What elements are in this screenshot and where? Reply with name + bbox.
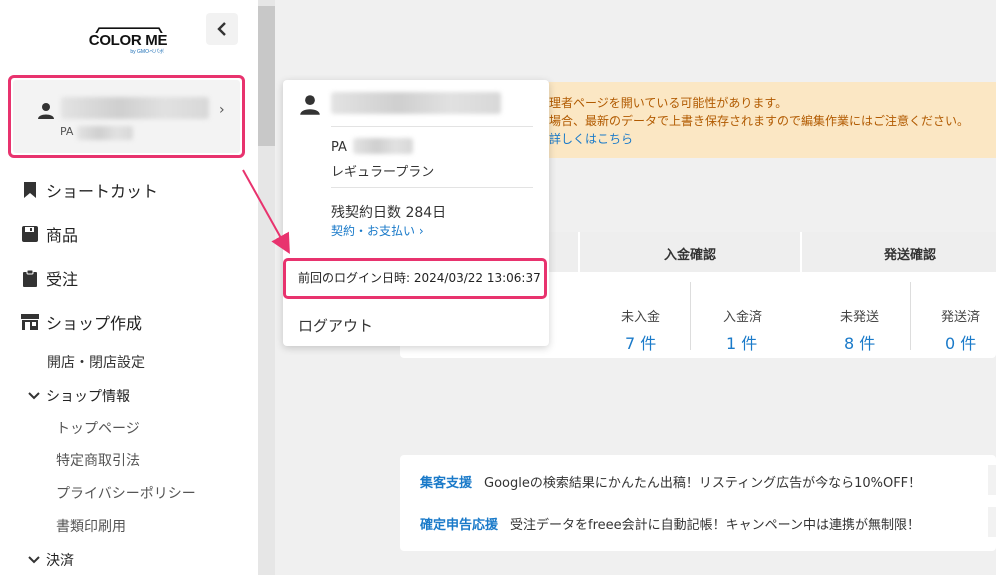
logout-button[interactable]: ログアウト — [298, 315, 373, 336]
blurred-account-id — [77, 126, 133, 140]
notice-line-1: 理者ページを開いている可能性があります。 — [549, 96, 788, 110]
sub-tokutei[interactable]: 特定商取引法 — [56, 450, 140, 470]
unpaid-count[interactable]: 7 件 — [625, 330, 656, 354]
news-item[interactable]: 集客支援 Googleの検索結果にかんたん出稿！リスティング広告が今なら10%OF… — [420, 465, 996, 495]
clipboard-icon — [16, 269, 44, 288]
news-card: 集客支援 Googleの検索結果にかんたん出稿！リスティング広告が今なら10%OF… — [400, 455, 996, 551]
news-date: 4/ — [988, 465, 996, 495]
sub-shop-info[interactable]: ショップ情報 — [28, 386, 130, 406]
nav-shop-build[interactable]: ショップ作成 — [0, 304, 142, 340]
sub-payment[interactable]: 決済 — [28, 550, 74, 570]
chevron-right-icon: › — [418, 224, 424, 238]
bookmark-icon — [16, 181, 44, 199]
save-icon — [16, 225, 44, 243]
chevron-left-icon — [217, 22, 226, 36]
unshipped-label: 未発送 — [840, 310, 880, 325]
store-icon — [16, 313, 44, 331]
notice-details-link[interactable]: 詳しくはこちら — [549, 130, 633, 147]
news-date: 3/ — [988, 507, 996, 537]
unpaid-label: 未入金 — [621, 310, 661, 325]
shipped-count[interactable]: 0 件 — [945, 330, 976, 354]
news-text[interactable]: 受注データをfreee会計に自動記帳！キャンペーン中は連携が無制限！ — [510, 518, 920, 533]
shipping-check-header: 発送確認 — [884, 248, 937, 263]
sub-open-close[interactable]: 開店・閉店設定 — [47, 352, 145, 372]
sub-privacy[interactable]: プライバシーポリシー — [56, 483, 196, 503]
user-icon — [38, 103, 54, 119]
colorme-logo[interactable]: COLOR ME by GMOペパボ — [88, 27, 168, 55]
shipped-label: 発送済 — [941, 310, 981, 325]
payment-check-header: 入金確認 — [664, 248, 717, 263]
sidebar: COLOR ME by GMOペパボ PA › ショートカット 商品 受注 ショ… — [0, 0, 258, 575]
nav-products[interactable]: 商品 — [0, 216, 78, 252]
paid-count[interactable]: 1 件 — [726, 330, 757, 354]
collapse-sidebar-button[interactable] — [206, 13, 238, 45]
account-id: PA — [331, 140, 347, 155]
news-item[interactable]: 確定申告応援 受注データをfreee会計に自動記帳！キャンペーン中は連携が無制限！… — [420, 507, 996, 537]
blurred-shop-name — [61, 97, 209, 119]
nav-orders[interactable]: 受注 — [0, 260, 78, 296]
contract-payment-link[interactable]: 契約・お支払い › — [331, 222, 424, 239]
news-tag[interactable]: 集客支援 — [420, 476, 472, 491]
paid-label: 入金済 — [723, 310, 763, 325]
plan-name: レギュラープラン — [331, 165, 435, 180]
sub-print[interactable]: 書類印刷用 — [56, 516, 126, 536]
account-id: PA — [60, 125, 74, 138]
sub-top-page[interactable]: トップページ — [56, 418, 140, 438]
news-tag[interactable]: 確定申告応援 — [420, 518, 498, 533]
unshipped-count[interactable]: 8 件 — [844, 330, 875, 354]
account-switcher-highlight[interactable]: PA › — [8, 75, 245, 158]
blurred-account-id — [353, 138, 413, 154]
last-login-datetime: 前回のログイン日時: 2024/03/22 13:06:37 — [298, 271, 541, 285]
news-text[interactable]: Googleの検索結果にかんたん出稿！リスティング広告が今なら10%OFF！ — [484, 476, 921, 491]
notice-line-2: 場合、最新のデータで上書き保存されますので編集作業にはご注意ください。 — [549, 114, 970, 128]
logo-sub: by GMOペパボ — [130, 49, 164, 55]
chevron-down-icon — [28, 392, 40, 400]
blurred-shop-name — [331, 92, 501, 114]
nav-shortcut[interactable]: ショートカット — [0, 172, 158, 208]
account-popup: PA レギュラープラン 残契約日数 284日 契約・お支払い › 前回のログイン… — [283, 80, 549, 346]
chevron-right-icon: › — [219, 102, 225, 118]
user-icon — [300, 95, 320, 115]
sidebar-scrollbar-thumb[interactable] — [258, 6, 275, 146]
chevron-down-icon — [28, 556, 40, 564]
remaining-contract-days: 残契約日数 284日 — [331, 205, 447, 221]
